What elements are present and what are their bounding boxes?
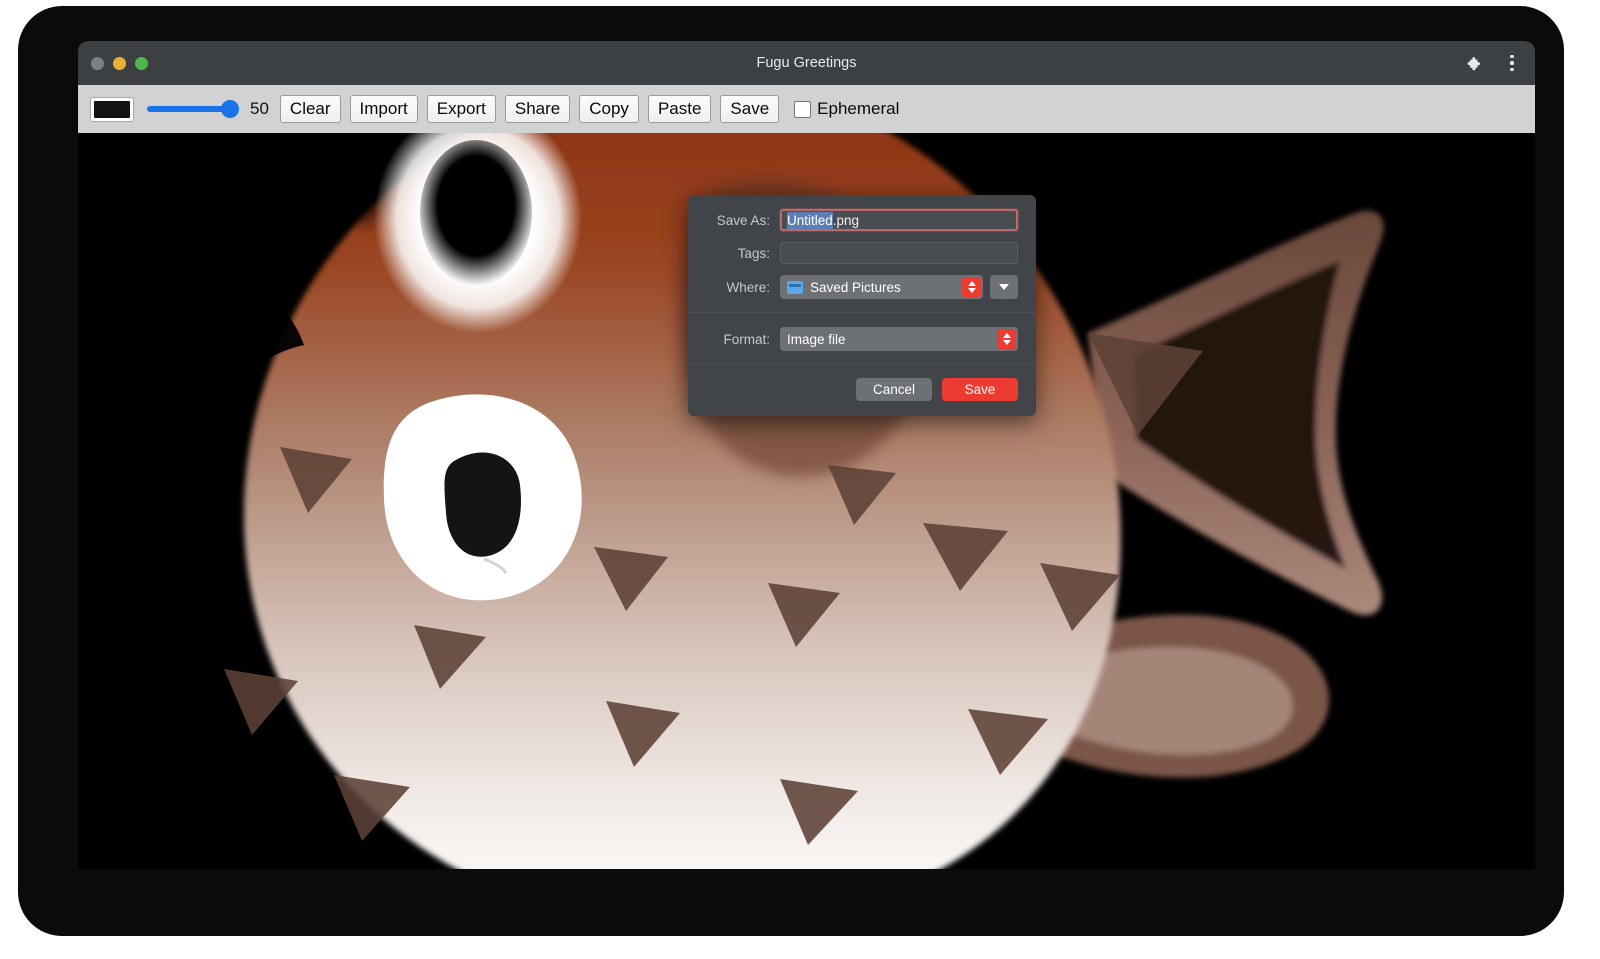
cancel-button[interactable]: Cancel [856,378,932,401]
slider-thumb[interactable] [221,100,239,118]
drawing-canvas[interactable]: Save As: Untitled.png Tags: Where: [78,133,1535,869]
brush-size-slider[interactable] [147,98,237,120]
chevron-up-icon [1003,333,1011,338]
paste-button[interactable]: Paste [648,95,711,124]
chevron-up-icon [968,281,976,286]
export-button[interactable]: Export [427,95,496,124]
ephemeral-label: Ephemeral [817,99,899,119]
clear-button[interactable]: Clear [280,95,341,124]
maximize-button[interactable] [135,57,148,70]
save-as-input[interactable]: Untitled.png [780,209,1018,231]
share-button[interactable]: Share [505,95,570,124]
format-label: Format: [706,332,780,347]
expand-browser-button[interactable] [990,275,1018,299]
where-row: Where: Saved Pictures [706,275,1018,299]
save-button[interactable]: Save [720,95,779,124]
save-as-selected-text: Untitled [787,212,833,229]
tags-input[interactable] [780,242,1018,264]
stepper-icon[interactable] [962,277,981,297]
puzzle-piece-icon[interactable] [1459,50,1485,76]
three-dot-menu-icon[interactable] [1499,50,1525,76]
window-title: Fugu Greetings [78,41,1535,85]
import-button[interactable]: Import [350,95,418,124]
chevron-down-icon [1003,340,1011,345]
dialog-action-bar: Cancel Save [688,365,1036,416]
ephemeral-checkbox[interactable]: Ephemeral [794,99,899,119]
app-toolbar: 50 Clear Import Export Share Copy Paste … [78,85,1535,133]
chevron-down-icon [999,284,1009,290]
slider-value-label: 50 [250,99,269,119]
checkbox-box[interactable] [794,101,811,118]
format-row: Format: Image file [706,327,1018,351]
color-swatch-preview [94,101,130,118]
format-select[interactable]: Image file [780,327,1018,351]
dialog-format-section: Format: Image file [688,313,1036,364]
folder-icon [787,281,803,294]
color-picker-input[interactable] [90,97,134,122]
save-as-label: Save As: [706,213,780,228]
device-screen: Fugu Greetings 50 [18,6,1564,936]
tags-label: Tags: [706,246,780,261]
titlebar-actions [1459,50,1525,76]
save-as-extension-text: .png [833,213,859,228]
save-confirm-button[interactable]: Save [942,378,1018,401]
where-value: Saved Pictures [810,280,901,295]
chevron-down-icon [968,288,976,293]
traffic-light-group [91,57,148,70]
save-as-row: Save As: Untitled.png [706,209,1018,231]
format-value: Image file [787,332,846,347]
copy-button[interactable]: Copy [579,95,639,124]
close-button[interactable] [91,57,104,70]
where-label: Where: [706,280,780,295]
save-file-dialog: Save As: Untitled.png Tags: Where: [688,195,1036,416]
minimize-button[interactable] [113,57,126,70]
where-select[interactable]: Saved Pictures [780,275,983,299]
browser-window: Fugu Greetings 50 [78,41,1535,869]
tags-row: Tags: [706,242,1018,264]
window-titlebar: Fugu Greetings [78,41,1535,85]
stepper-icon[interactable] [997,329,1016,349]
dialog-primary-section: Save As: Untitled.png Tags: Where: [688,195,1036,312]
